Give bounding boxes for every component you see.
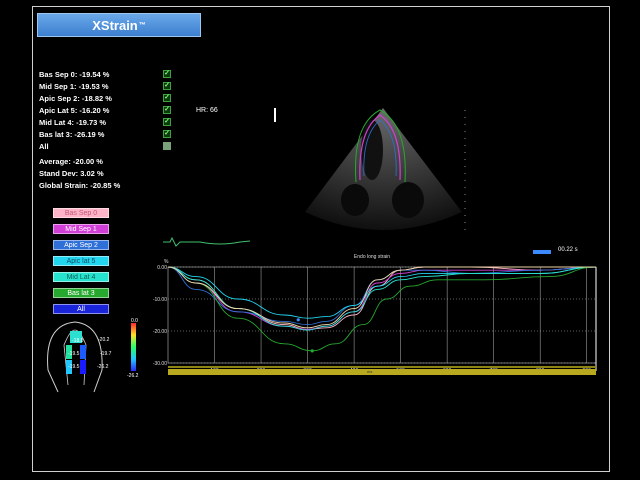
- chart-title: Endo long strain: [354, 254, 390, 260]
- strain-series-3: [167, 266, 597, 319]
- strain-series-6: [167, 266, 596, 329]
- strain-series-5: [167, 266, 597, 352]
- y-axis-unit: %: [164, 259, 169, 265]
- peak-marker-1[interactable]: [310, 349, 314, 353]
- timeline-track: [168, 366, 596, 368]
- strain-chart[interactable]: 1002003004005006007008009000.00-10.00-20…: [0, 0, 640, 480]
- peak-marker-0[interactable]: [296, 318, 300, 322]
- y-tick-label: -20.00: [153, 329, 167, 335]
- strain-series-2: [167, 266, 597, 326]
- y-tick-label: -30.00: [153, 361, 167, 367]
- timeline-unit-label: ms: [367, 369, 372, 374]
- y-tick-label: 0.00: [157, 265, 167, 271]
- timeline-bar[interactable]: [168, 369, 596, 375]
- y-tick-label: -10.00: [153, 297, 167, 303]
- plot-frame: [167, 266, 597, 364]
